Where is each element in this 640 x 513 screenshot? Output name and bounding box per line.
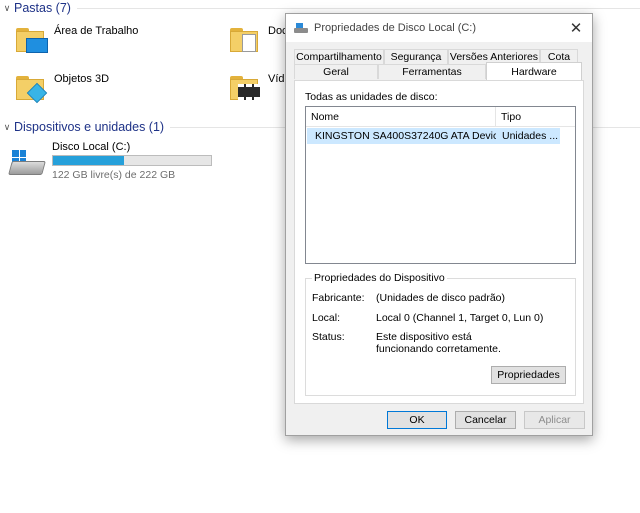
status-value: Este dispositivo está funcionando corret… bbox=[376, 331, 501, 355]
dialog-title: Propriedades de Disco Local (C:) bbox=[314, 22, 477, 34]
hard-drive-icon bbox=[8, 141, 48, 181]
close-icon: ✕ bbox=[569, 20, 583, 37]
devices-header-label: Dispositivos e unidades (1) bbox=[14, 120, 165, 134]
drive-item-c[interactable]: Disco Local (C:) 122 GB livre(s) de 222 … bbox=[8, 141, 212, 181]
disk-list-header: Nome Tipo bbox=[306, 107, 575, 127]
close-button[interactable]: ✕ bbox=[560, 14, 592, 42]
status-label: Status: bbox=[312, 331, 345, 343]
folder-item-desktop[interactable]: Área de Trabalho bbox=[14, 22, 138, 58]
drive-usage-bar bbox=[52, 155, 212, 166]
disk-type: Unidades ... bbox=[502, 130, 559, 142]
device-properties-legend: Propriedades do Dispositivo bbox=[312, 272, 447, 284]
properties-dialog: Propriedades de Disco Local (C:) ✕ Compa… bbox=[285, 13, 593, 436]
desktop-folder-icon bbox=[14, 22, 50, 58]
ok-button[interactable]: OK bbox=[387, 411, 447, 429]
chevron-down-icon[interactable]: ∨ bbox=[0, 122, 14, 133]
all-disks-label: Todas as unidades de disco: bbox=[305, 91, 438, 103]
location-value: Local 0 (Channel 1, Target 0, Lun 0) bbox=[376, 312, 544, 324]
hardware-tab-panel: Todas as unidades de disco: Nome Tipo KI… bbox=[294, 80, 584, 404]
folder-item-3d-objects[interactable]: Objetos 3D bbox=[14, 70, 109, 106]
tab-hardware[interactable]: Hardware bbox=[486, 62, 582, 80]
manufacturer-value: (Unidades de disco padrão) bbox=[376, 292, 505, 304]
device-properties-group: Propriedades do Dispositivo Fabricante: … bbox=[305, 272, 576, 396]
folder-label: Objetos 3D bbox=[54, 73, 110, 85]
disk-name: KINGSTON SA400S37240G ATA Device bbox=[315, 130, 496, 142]
section-divider bbox=[76, 7, 640, 9]
cancel-button[interactable]: Cancelar bbox=[455, 411, 516, 429]
apply-button[interactable]: Aplicar bbox=[524, 411, 585, 429]
folder-item-documents[interactable]: Doc bbox=[228, 22, 288, 58]
drive-title-icon bbox=[294, 23, 308, 33]
tab-row-bottom: Geral Ferramentas Hardware bbox=[294, 62, 582, 80]
drive-usage-fill bbox=[53, 156, 125, 165]
tab-compartilhamento[interactable]: Compartilhamento bbox=[294, 49, 384, 64]
drive-name: Disco Local (C:) bbox=[52, 141, 131, 153]
column-header-name[interactable]: Nome bbox=[306, 107, 496, 126]
videos-folder-icon bbox=[228, 70, 264, 106]
location-label: Local: bbox=[312, 312, 341, 324]
folders-header-label: Pastas (7) bbox=[14, 1, 71, 15]
drive-free-space: 122 GB livre(s) de 222 GB bbox=[52, 169, 176, 181]
chevron-down-icon[interactable]: ∨ bbox=[0, 3, 14, 14]
dialog-titlebar[interactable]: Propriedades de Disco Local (C:) ✕ bbox=[286, 14, 592, 42]
folder-item-videos[interactable]: Víde bbox=[228, 70, 291, 106]
tab-seguranca[interactable]: Segurança bbox=[384, 49, 448, 64]
folder-label: Área de Trabalho bbox=[54, 25, 139, 37]
3d-objects-folder-icon bbox=[14, 70, 50, 106]
documents-folder-icon bbox=[228, 22, 264, 58]
disk-list-row[interactable]: KINGSTON SA400S37240G ATA Device Unidade… bbox=[307, 128, 560, 144]
tab-ferramentas[interactable]: Ferramentas bbox=[378, 64, 486, 79]
device-properties-button[interactable]: Propriedades bbox=[491, 366, 566, 384]
disk-list[interactable]: Nome Tipo KINGSTON SA400S37240G ATA Devi… bbox=[305, 106, 576, 264]
column-header-type[interactable]: Tipo bbox=[496, 107, 575, 126]
manufacturer-label: Fabricante: bbox=[312, 292, 365, 304]
tab-geral[interactable]: Geral bbox=[294, 64, 378, 79]
